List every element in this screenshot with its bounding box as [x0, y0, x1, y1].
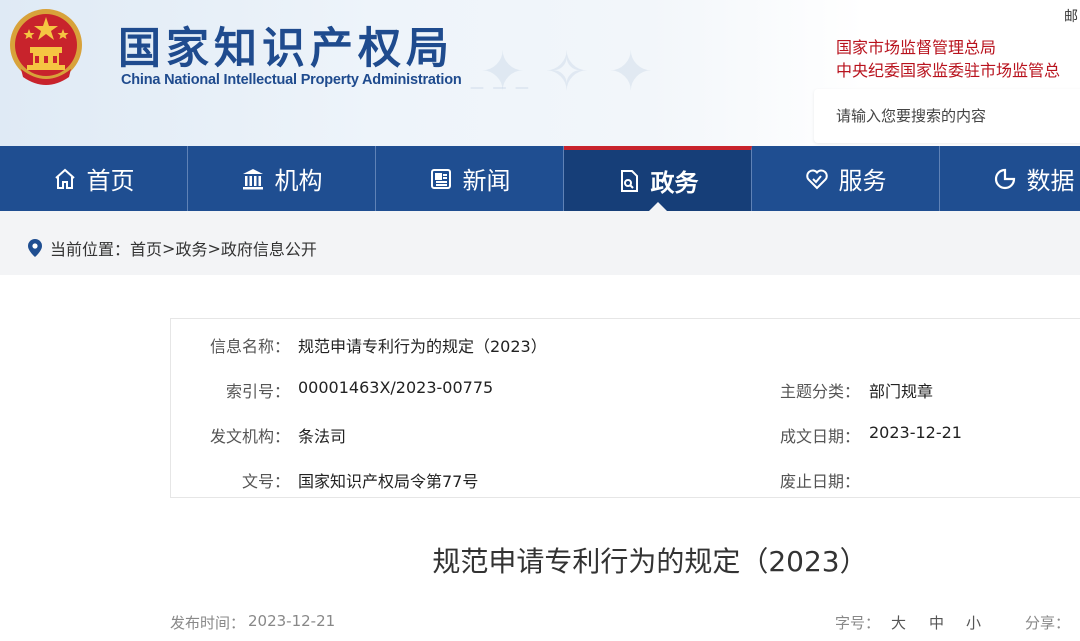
- nav-news[interactable]: 新闻: [376, 146, 564, 211]
- info-date-label: 成文日期：: [779, 427, 860, 446]
- publish-date: 2023-12-21: [248, 612, 336, 630]
- site-header: ✦ ✧ ✦ — — — 国家知识产权局 China National Intel…: [0, 0, 1080, 146]
- info-date-value: 2023-12-21: [869, 423, 962, 442]
- building-icon: [242, 168, 263, 189]
- document-icon: [620, 169, 638, 192]
- pie-chart-icon: [994, 168, 1015, 189]
- nav-label: 政务: [650, 169, 699, 197]
- breadcrumb-prefix: 当前位置：: [50, 240, 131, 259]
- info-issuer-value: 条法司: [298, 427, 347, 446]
- nav-label: 首页: [86, 167, 135, 195]
- nav-label: 服务: [838, 167, 887, 195]
- location-pin-icon: [28, 239, 42, 257]
- discipline-office-link[interactable]: 中央纪委国家监委驻市场监管总: [836, 57, 1060, 81]
- nav-label: 数据: [1026, 167, 1075, 195]
- nav-home[interactable]: 首页: [0, 146, 188, 211]
- breadcrumb-government-affairs[interactable]: 政务: [175, 236, 207, 260]
- font-size-large-button[interactable]: 大: [891, 612, 906, 633]
- info-docno-value: 国家知识产权局令第77号: [298, 472, 479, 491]
- site-title-en[interactable]: China National Intellectual Property Adm…: [121, 72, 462, 88]
- home-icon: [54, 168, 75, 189]
- national-emblem-icon[interactable]: [7, 7, 85, 87]
- site-title[interactable]: 国家知识产权局: [118, 14, 454, 76]
- nav-organization[interactable]: 机构: [188, 146, 376, 211]
- breadcrumb-separator: >: [207, 238, 221, 258]
- nav-data[interactable]: 数据: [940, 146, 1080, 211]
- search-input[interactable]: [814, 89, 1080, 143]
- breadcrumb-info-disclosure[interactable]: 政府信息公开: [221, 236, 317, 260]
- info-index-value: 00001463X/2023-00775: [298, 378, 494, 397]
- info-name-label: 信息名称：: [209, 337, 290, 356]
- breadcrumb-home[interactable]: 首页: [130, 236, 162, 260]
- info-name-value: 规范申请专利行为的规定（2023）: [298, 337, 547, 356]
- share-label[interactable]: 分享：: [1025, 612, 1070, 633]
- samr-link[interactable]: 国家市场监督管理总局: [836, 34, 996, 58]
- nav-label: 新闻: [462, 167, 511, 195]
- font-size-label: 字号：: [835, 614, 881, 632]
- info-index-label: 索引号：: [225, 382, 290, 401]
- article-title: 规范申请专利行为的规定（2023）: [432, 545, 868, 578]
- breadcrumb: 当前位置： 首页 > 政务 > 政府信息公开: [28, 236, 317, 260]
- info-docno-label: 文号：: [241, 472, 290, 491]
- font-size-medium-button[interactable]: 中: [929, 612, 944, 633]
- mail-link[interactable]: 邮: [1064, 6, 1078, 26]
- newspaper-icon: [430, 168, 451, 189]
- info-topic-value: 部门规章: [869, 382, 934, 401]
- breadcrumb-separator: >: [162, 238, 176, 258]
- info-issuer-label: 发文机构：: [209, 427, 290, 446]
- info-expiry-label: 废止日期：: [779, 472, 860, 491]
- font-size-small-button[interactable]: 小: [966, 612, 981, 633]
- heart-icon: [805, 169, 828, 189]
- header-watermark-en: — — —: [470, 80, 531, 96]
- search-box: [814, 89, 1080, 143]
- info-topic-label: 主题分类：: [779, 382, 860, 401]
- nav-services[interactable]: 服务: [752, 146, 940, 211]
- nav-label: 机构: [274, 167, 323, 195]
- nav-government-affairs[interactable]: 政务: [564, 146, 752, 211]
- main-nav: 首页 机构 新闻 政务 服务 数据: [0, 146, 1080, 211]
- publish-label: 发布时间：: [170, 614, 246, 632]
